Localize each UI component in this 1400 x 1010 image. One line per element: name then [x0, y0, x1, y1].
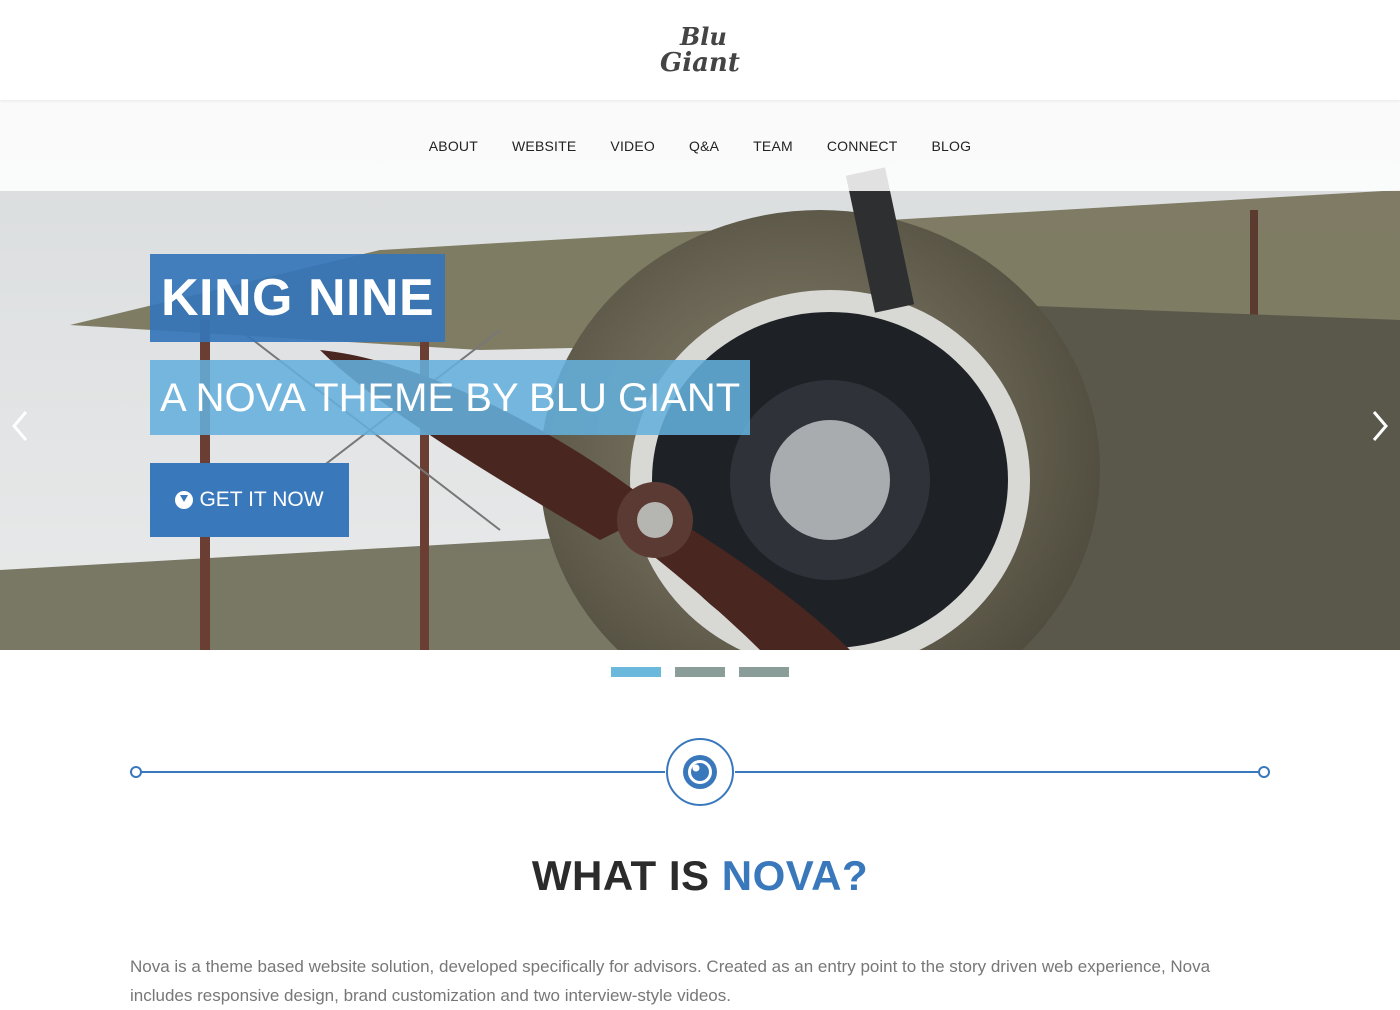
slider-dot-1[interactable] — [611, 667, 661, 677]
section-divider — [130, 736, 1270, 808]
nav-item-team[interactable]: TEAM — [753, 138, 793, 154]
nav-item-connect[interactable]: CONNECT — [827, 138, 898, 154]
hero-slider: ABOUT WEBSITE VIDEO Q&A TEAM CONNECT BLO… — [0, 100, 1400, 650]
nav-item-about[interactable]: ABOUT — [429, 138, 478, 154]
get-it-now-button[interactable]: GET IT NOW — [150, 463, 349, 537]
main-nav: ABOUT WEBSITE VIDEO Q&A TEAM CONNECT BLO… — [0, 100, 1400, 191]
hero-subtitle: A NOVA THEME BY BLU GIANT — [150, 360, 751, 435]
nav-item-video[interactable]: VIDEO — [610, 138, 655, 154]
svg-text:Blu: Blu — [679, 22, 727, 51]
svg-text:Giant: Giant — [660, 48, 740, 78]
blu-giant-logo[interactable]: Blu Giant — [650, 15, 750, 85]
cta-label: GET IT NOW — [199, 488, 324, 511]
hero-title: KING NINE — [150, 254, 446, 342]
nav-item-blog[interactable]: BLOG — [932, 138, 972, 154]
site-header: Blu Giant — [0, 0, 1400, 100]
section-body-text: Nova is a theme based website solution, … — [130, 957, 1211, 1005]
section-title: WHAT IS NOVA? — [0, 852, 1400, 900]
section-title-accent: NOVA? — [721, 852, 869, 899]
slider-dot-2[interactable] — [675, 667, 725, 677]
nav-item-qa[interactable]: Q&A — [689, 138, 719, 154]
slider-next-button[interactable] — [1368, 406, 1392, 446]
nav-item-website[interactable]: WEBSITE — [512, 138, 576, 154]
eye-icon — [683, 755, 717, 789]
slider-pagination — [0, 667, 1400, 677]
download-circle-icon — [175, 491, 194, 509]
slider-prev-button[interactable] — [8, 406, 32, 446]
chevron-left-icon — [12, 411, 28, 441]
chevron-right-icon — [1372, 411, 1388, 441]
slider-dot-3[interactable] — [739, 667, 789, 677]
section-title-plain: WHAT IS — [531, 852, 722, 899]
